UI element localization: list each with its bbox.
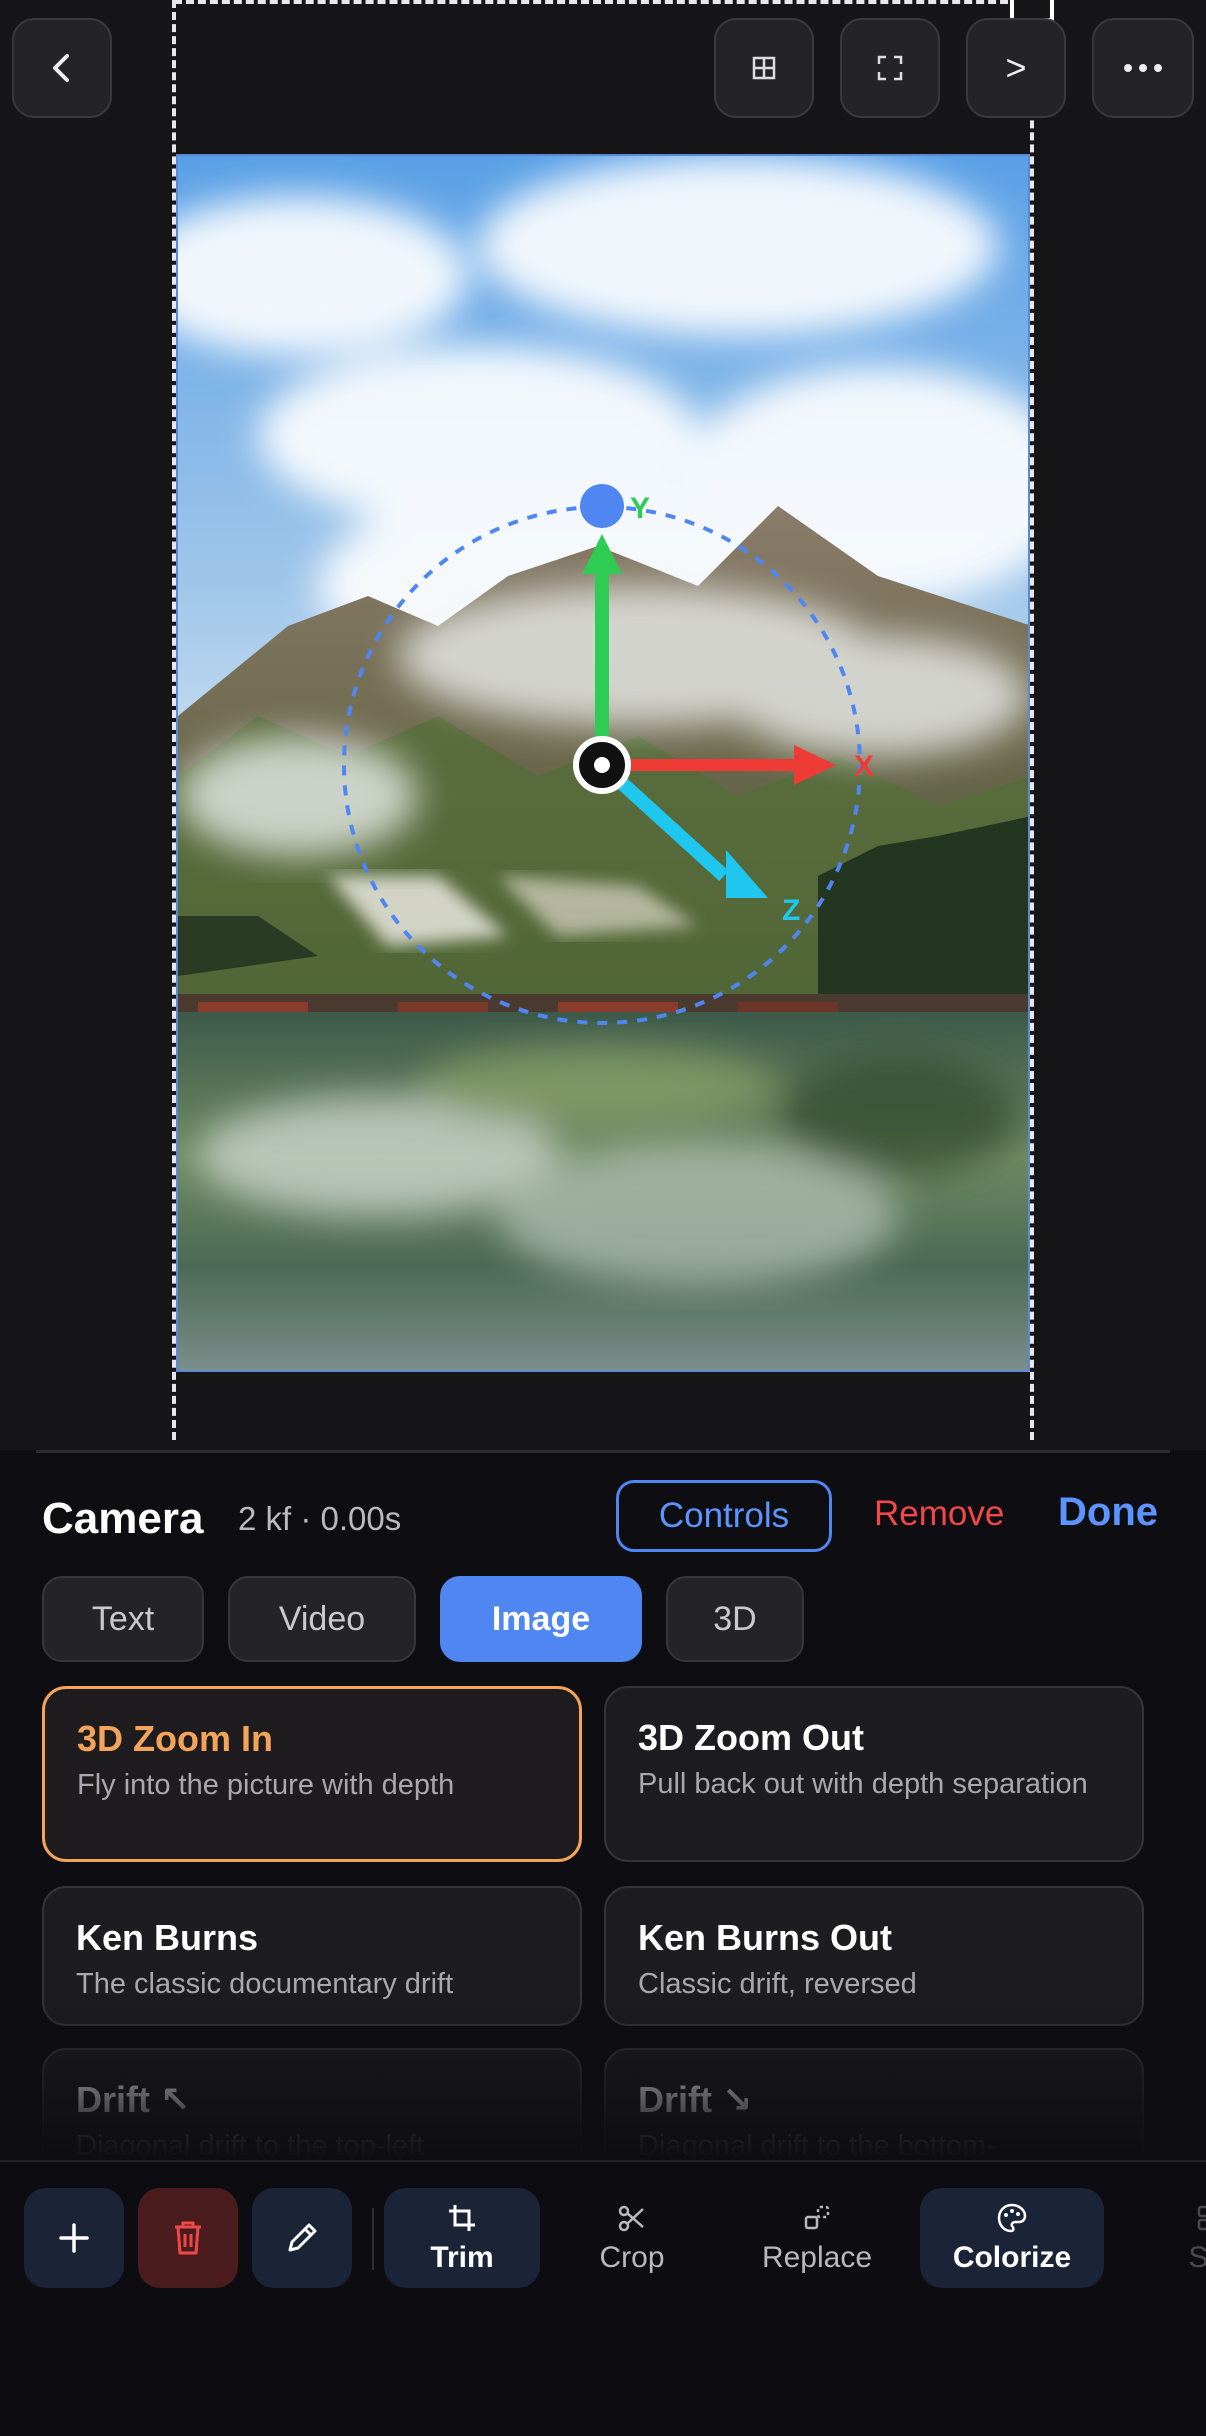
image-canvas[interactable]: Y X Z (176, 154, 1030, 1372)
back-button[interactable] (12, 18, 112, 118)
y-axis-arrow[interactable] (582, 534, 622, 574)
controls-button[interactable]: Controls (616, 1480, 832, 1552)
plus-icon (59, 2223, 89, 2253)
tool-trim[interactable]: Trim (384, 2188, 540, 2288)
tool-label: Colorize (952, 2241, 1072, 2274)
split-icon (1197, 2205, 1206, 2231)
preset-title: Ken Burns Out (638, 1917, 893, 1958)
preview-area: > Y X Z (0, 0, 1206, 1450)
delete-button[interactable] (138, 2188, 238, 2288)
camera-gizmo[interactable]: Y X Z (178, 156, 1030, 1372)
panel-title: Camera (42, 1494, 204, 1543)
tool-label: Spl (1188, 2241, 1206, 2275)
preset-description: Classic drift, reversed (638, 1968, 917, 2000)
tool-split[interactable]: Spl (1150, 2188, 1206, 2288)
toolbar-separator (372, 2208, 374, 2270)
tab-text[interactable]: Text (42, 1576, 204, 1662)
crop-icon (449, 2205, 475, 2231)
tool-label: Crop (599, 2241, 665, 2274)
add-button[interactable] (24, 2188, 124, 2288)
pencil-icon (288, 2223, 317, 2252)
chevron-left-icon (53, 54, 69, 82)
edit-button[interactable] (252, 2188, 352, 2288)
preset-card-ken-burns-out[interactable]: Ken Burns Out Classic drift, reversed (604, 1886, 1144, 2026)
x-axis-label: X (854, 750, 874, 783)
x-axis-arrow[interactable] (794, 745, 836, 785)
panel-divider (36, 1450, 1170, 1453)
preset-card-3d-zoom-in[interactable]: 3D Zoom In Fly into the picture with dep… (42, 1686, 582, 1862)
more-button[interactable] (1092, 18, 1194, 118)
preset-title: Ken Burns (76, 1917, 259, 1958)
more-dots-icon (1124, 64, 1162, 72)
tool-label: Trim (430, 2241, 494, 2274)
tab-image[interactable]: Image (440, 1576, 642, 1662)
grid-toggle-button[interactable] (714, 18, 814, 118)
z-axis-label: Z (782, 894, 800, 927)
preset-description: Diagonal drift to the bottom- (638, 2130, 996, 2162)
y-axis-label: Y (630, 492, 650, 525)
bottom-toolbar: Trim Crop Replace Colorize Spl (0, 2160, 1206, 2436)
palette-icon (997, 2203, 1027, 2233)
remove-button[interactable]: Remove (874, 1494, 1004, 1534)
z-axis-arrow[interactable] (726, 850, 768, 898)
preset-description: The classic documentary drift (76, 1968, 454, 2000)
fullscreen-icon (877, 55, 903, 81)
next-label: > (1005, 47, 1027, 88)
tab-3d[interactable]: 3D (666, 1576, 804, 1662)
preset-title: 3D Zoom Out (638, 1717, 864, 1758)
tab-video[interactable]: Video (228, 1576, 416, 1662)
next-button[interactable]: > (966, 18, 1066, 118)
preset-title: 3D Zoom In (77, 1718, 273, 1759)
trash-icon (175, 2221, 201, 2255)
y-axis-handle[interactable] (580, 484, 624, 528)
preset-title: Drift ↘ (638, 2079, 753, 2120)
tool-replace[interactable]: Replace (742, 2188, 892, 2288)
tool-crop[interactable]: Crop (572, 2188, 692, 2288)
keyframe-meta: 2 kf · 0.00s (238, 1500, 402, 1537)
preset-description: Diagonal drift to the top-left (76, 2130, 425, 2162)
replace-icon (804, 2205, 830, 2230)
safe-area-guide-top (174, 0, 1032, 4)
scissors-icon (618, 2205, 644, 2232)
preset-description: Pull back out with depth separation (638, 1768, 1088, 1800)
preset-title: Drift ↖ (76, 2079, 191, 2120)
preset-card-3d-zoom-out[interactable]: 3D Zoom Out Pull back out with depth sep… (604, 1686, 1144, 1862)
fullscreen-button[interactable] (840, 18, 940, 118)
tool-colorize[interactable]: Colorize (920, 2188, 1104, 2288)
done-button[interactable]: Done (1058, 1490, 1158, 1535)
preset-card-ken-burns[interactable]: Ken Burns The classic documentary drift (42, 1886, 582, 2026)
grid-icon (752, 56, 776, 80)
tool-label: Replace (761, 2241, 873, 2274)
preset-description: Fly into the picture with depth (77, 1769, 455, 1801)
safe-area-guide-right (1030, 0, 1034, 1440)
